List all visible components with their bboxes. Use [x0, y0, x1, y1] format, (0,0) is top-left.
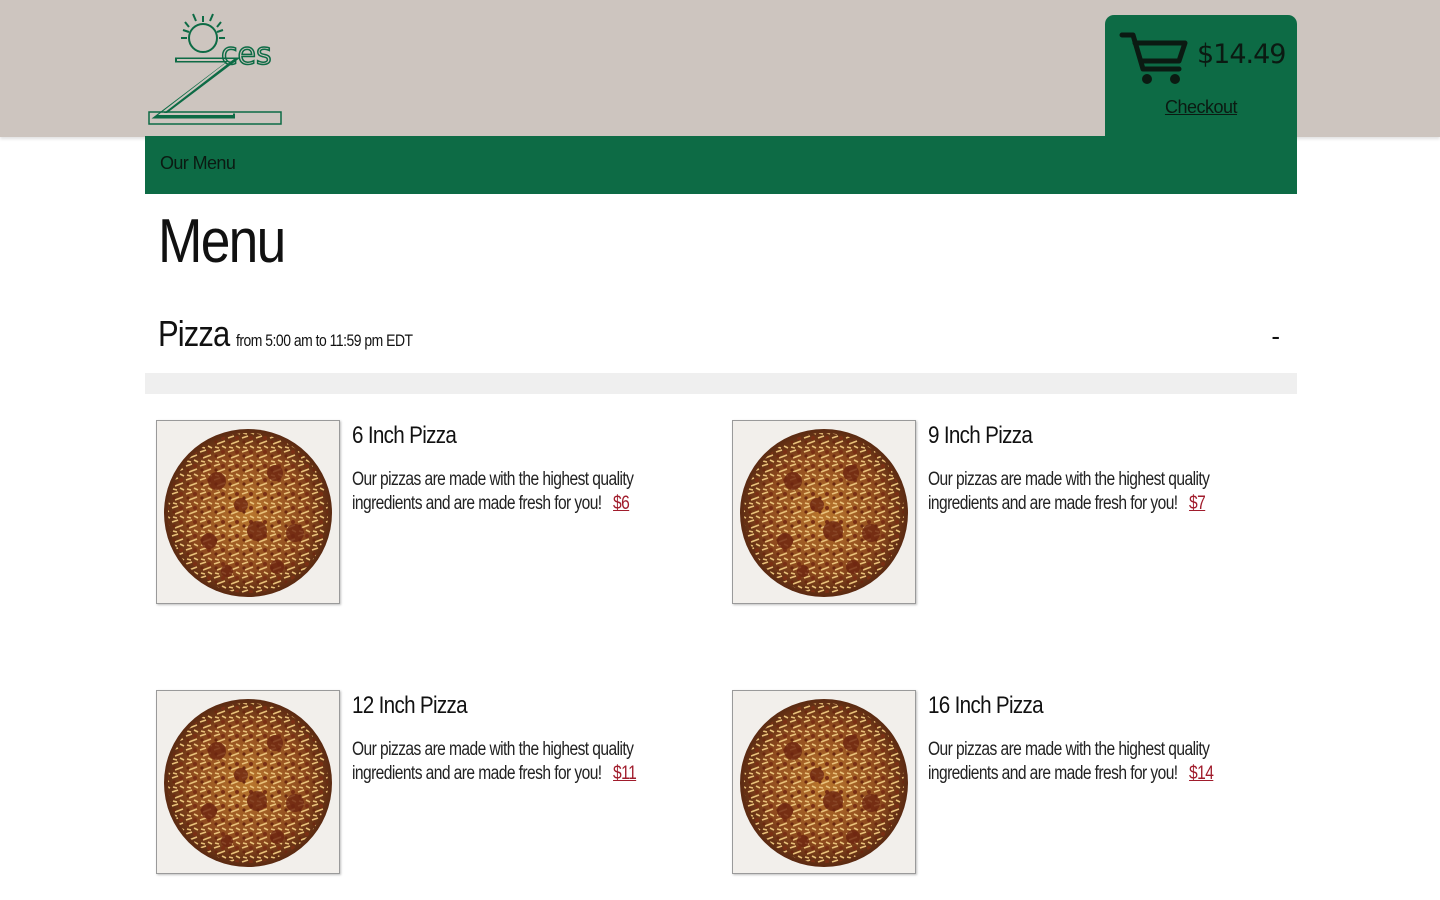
- item-description-text: Our pizzas are made with the highest qua…: [928, 469, 1210, 514]
- item-name: 6 Inch Pizza: [352, 422, 457, 449]
- menu-item[interactable]: 16 Inch Pizza Our pizzas are made with t…: [732, 690, 1272, 880]
- item-name: 9 Inch Pizza: [928, 422, 1033, 449]
- cart-total: $14.49: [1197, 39, 1286, 70]
- checkout-link[interactable]: Checkout: [1105, 97, 1297, 118]
- collapse-toggle-button[interactable]: -: [1271, 321, 1280, 352]
- svg-text:ces: ces: [221, 37, 272, 72]
- cart-icon[interactable]: [1119, 29, 1189, 89]
- pizza-image[interactable]: [156, 420, 340, 604]
- item-name: 12 Inch Pizza: [352, 692, 468, 719]
- item-description-text: Our pizzas are made with the highest qua…: [352, 739, 634, 784]
- pizza-image[interactable]: [732, 420, 916, 604]
- item-price[interactable]: $11: [613, 763, 637, 784]
- nav-bar: Our Menu: [145, 136, 1297, 194]
- menu-item[interactable]: 6 Inch Pizza Our pizzas are made with th…: [156, 420, 696, 610]
- section-title: Pizza: [158, 313, 230, 354]
- section-divider: [145, 373, 1297, 394]
- menu-item[interactable]: 9 Inch Pizza Our pizzas are made with th…: [732, 420, 1272, 610]
- item-description: Our pizzas are made with the highest qua…: [928, 468, 1248, 516]
- section-header-pizza: Pizza from 5:00 am to 11:59 pm EDT -: [158, 313, 1288, 363]
- item-description: Our pizzas are made with the highest qua…: [352, 468, 672, 516]
- item-price[interactable]: $7: [1189, 493, 1206, 514]
- item-description: Our pizzas are made with the highest qua…: [928, 738, 1248, 786]
- nav-item-our-menu[interactable]: Our Menu: [160, 153, 236, 174]
- menu-item[interactable]: 12 Inch Pizza Our pizzas are made with t…: [156, 690, 696, 880]
- page-title: Menu: [158, 207, 286, 276]
- item-description: Our pizzas are made with the highest qua…: [352, 738, 672, 786]
- section-hours: from 5:00 am to 11:59 pm EDT: [236, 331, 413, 350]
- item-name: 16 Inch Pizza: [928, 692, 1044, 719]
- item-description-text: Our pizzas are made with the highest qua…: [928, 739, 1210, 784]
- pizza-image[interactable]: [156, 690, 340, 874]
- item-description-text: Our pizzas are made with the highest qua…: [352, 469, 634, 514]
- item-price[interactable]: $6: [613, 493, 630, 514]
- logo-icon[interactable]: ces: [145, 8, 290, 130]
- pizza-image[interactable]: [732, 690, 916, 874]
- item-price[interactable]: $14: [1189, 763, 1214, 784]
